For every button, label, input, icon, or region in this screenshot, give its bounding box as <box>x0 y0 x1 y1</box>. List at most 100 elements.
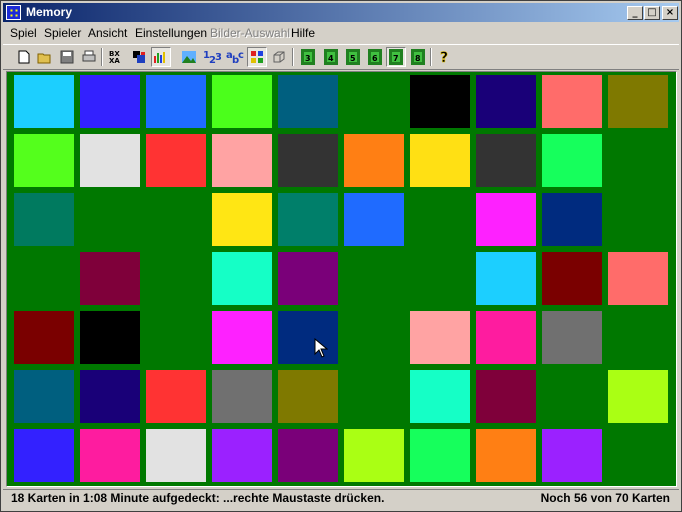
memory-card[interactable] <box>146 134 206 187</box>
memory-card[interactable] <box>476 429 536 482</box>
menu-bilder-auswahl[interactable]: Bilder-Auswahl <box>210 26 290 40</box>
memory-card[interactable] <box>476 252 536 305</box>
memory-card[interactable] <box>14 75 74 128</box>
card-set-1-icon[interactable]: 3 <box>298 47 318 67</box>
menu-einstellungen[interactable]: Einstellungen <box>135 26 207 40</box>
toolbar-separator <box>292 48 294 66</box>
memory-card[interactable] <box>80 429 140 482</box>
menu-spieler[interactable]: Spieler <box>44 26 81 40</box>
toolbar: BX XA 123 abc 3 4 5 6 7 8 ? <box>3 44 679 70</box>
window-title: Memory <box>26 5 73 19</box>
print-icon[interactable] <box>79 47 99 67</box>
memory-card[interactable] <box>476 370 536 423</box>
memory-card[interactable] <box>80 252 140 305</box>
help-icon[interactable]: ? <box>435 47 455 67</box>
memory-card[interactable] <box>410 429 470 482</box>
svg-text:XA: XA <box>109 57 120 64</box>
memory-card[interactable] <box>146 370 206 423</box>
title-bar[interactable]: Memory _ □ × <box>3 3 679 22</box>
memory-card[interactable] <box>542 252 602 305</box>
memory-card[interactable] <box>476 75 536 128</box>
memory-card[interactable] <box>278 252 338 305</box>
memory-card[interactable] <box>80 134 140 187</box>
card-set-2-icon[interactable]: 4 <box>321 47 341 67</box>
menu-spiel[interactable]: Spiel <box>10 26 37 40</box>
memory-card[interactable] <box>344 429 404 482</box>
memory-card[interactable] <box>212 75 272 128</box>
memory-card[interactable] <box>80 370 140 423</box>
memory-card[interactable] <box>14 134 74 187</box>
memory-card[interactable] <box>608 252 668 305</box>
toolbar-separator <box>430 48 432 66</box>
new-document-icon[interactable] <box>14 47 34 67</box>
memory-card[interactable] <box>410 311 470 364</box>
memory-card[interactable] <box>80 311 140 364</box>
memory-card[interactable] <box>542 193 602 246</box>
memory-card[interactable] <box>608 370 668 423</box>
memory-card[interactable] <box>476 134 536 187</box>
memory-card[interactable] <box>410 75 470 128</box>
memory-card[interactable] <box>278 429 338 482</box>
memory-card[interactable] <box>608 75 668 128</box>
landscape-icon[interactable] <box>179 47 199 67</box>
memory-card[interactable] <box>212 311 272 364</box>
memory-card[interactable] <box>476 193 536 246</box>
status-bar: 18 Karten in 1:08 Minute aufgedeckt: ...… <box>3 489 679 508</box>
memory-card[interactable] <box>542 75 602 128</box>
3d-cube-icon[interactable] <box>269 47 289 67</box>
colored-squares-icon[interactable] <box>247 47 267 67</box>
memory-card[interactable] <box>278 311 338 364</box>
memory-card[interactable] <box>542 429 602 482</box>
memory-card[interactable] <box>80 75 140 128</box>
card-set-4-icon[interactable]: 6 <box>365 47 385 67</box>
toolbar-separator <box>101 48 103 66</box>
letters-icon[interactable]: abc <box>225 47 245 67</box>
mouse-pointer-icon <box>314 338 328 358</box>
statistics-icon[interactable] <box>151 47 171 67</box>
svg-text:6: 6 <box>372 54 378 63</box>
memory-app-icon[interactable] <box>6 5 21 20</box>
save-disk-icon[interactable] <box>57 47 77 67</box>
svg-text:3: 3 <box>305 54 311 63</box>
memory-card[interactable] <box>476 311 536 364</box>
remaining-cards: Noch 56 von 70 Karten <box>540 491 670 505</box>
status-message: 18 Karten in 1:08 Minute aufgedeckt: ...… <box>11 491 385 505</box>
menu-hilfe[interactable]: Hilfe <box>291 26 315 40</box>
memory-card[interactable] <box>14 193 74 246</box>
memory-card[interactable] <box>278 75 338 128</box>
memory-card[interactable] <box>278 134 338 187</box>
memory-card[interactable] <box>14 311 74 364</box>
memory-card[interactable] <box>212 193 272 246</box>
memory-card[interactable] <box>344 193 404 246</box>
memory-board[interactable] <box>6 71 677 487</box>
memory-card[interactable] <box>542 311 602 364</box>
card-set-6-icon[interactable]: 8 <box>408 47 428 67</box>
memory-card[interactable] <box>14 429 74 482</box>
memory-card[interactable] <box>212 429 272 482</box>
memory-card[interactable] <box>212 134 272 187</box>
maximize-button[interactable]: □ <box>644 6 660 20</box>
menu-ansicht[interactable]: Ansicht <box>88 26 127 40</box>
memory-card[interactable] <box>14 370 74 423</box>
svg-text:?: ? <box>440 50 448 65</box>
svg-text:5: 5 <box>350 54 356 63</box>
card-set-3-icon[interactable]: 5 <box>343 47 363 67</box>
memory-card[interactable] <box>146 429 206 482</box>
close-button[interactable]: × <box>662 6 678 20</box>
memory-card[interactable] <box>344 134 404 187</box>
memory-card[interactable] <box>212 252 272 305</box>
memory-card[interactable] <box>542 134 602 187</box>
memory-card[interactable] <box>410 134 470 187</box>
memory-card[interactable] <box>278 370 338 423</box>
menu-bar: Spiel Spieler Ansicht Einstellungen Bild… <box>3 23 679 43</box>
open-folder-icon[interactable] <box>35 47 55 67</box>
card-set-5-icon[interactable]: 7 <box>386 47 406 67</box>
memory-card[interactable] <box>410 370 470 423</box>
memory-card[interactable] <box>278 193 338 246</box>
minimize-button[interactable]: _ <box>627 6 643 20</box>
memory-card[interactable] <box>212 370 272 423</box>
numbers-icon[interactable]: 123 <box>202 47 222 67</box>
colors-icon[interactable] <box>129 47 149 67</box>
sort-letters-icon[interactable]: BX XA <box>107 47 127 67</box>
memory-card[interactable] <box>146 75 206 128</box>
